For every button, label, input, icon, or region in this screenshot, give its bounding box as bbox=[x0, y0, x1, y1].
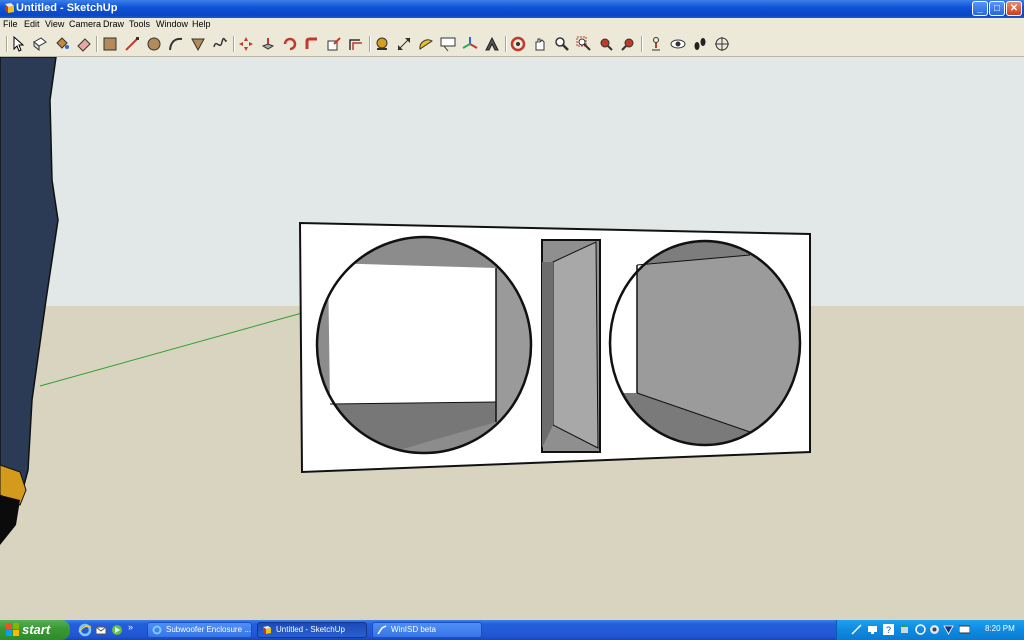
dimension-icon[interactable] bbox=[396, 36, 412, 52]
ie-icon[interactable] bbox=[78, 623, 92, 637]
menu-file[interactable]: File bbox=[3, 19, 18, 29]
close-button[interactable]: ✕ bbox=[1006, 1, 1022, 16]
outlook-icon[interactable] bbox=[94, 623, 108, 637]
svg-text:?: ? bbox=[886, 625, 891, 635]
port-shadow bbox=[542, 262, 553, 448]
polygon-icon[interactable] bbox=[190, 36, 206, 52]
toolbar bbox=[0, 32, 1024, 57]
section-plane-icon[interactable] bbox=[714, 36, 730, 52]
toolbar-separator bbox=[641, 36, 643, 52]
windows-flag-icon bbox=[6, 623, 19, 636]
axes-icon[interactable] bbox=[462, 36, 478, 52]
volume-icon[interactable] bbox=[929, 624, 940, 635]
next-view-icon[interactable] bbox=[620, 36, 636, 52]
tape-measure-icon[interactable] bbox=[374, 36, 390, 52]
menu-draw[interactable]: Draw bbox=[103, 19, 124, 29]
winisd-icon bbox=[377, 625, 387, 635]
pan-icon[interactable] bbox=[532, 36, 548, 52]
circle-icon[interactable] bbox=[146, 36, 162, 52]
select-icon[interactable] bbox=[10, 36, 26, 52]
clock[interactable]: 8:20 PM bbox=[985, 624, 1015, 633]
quick-launch-chevron[interactable]: » bbox=[128, 622, 133, 632]
taskbar-item-winisd[interactable]: WinISD beta bbox=[372, 622, 482, 638]
follow-me-icon[interactable] bbox=[304, 36, 320, 52]
sketchup-icon bbox=[263, 626, 271, 634]
scene-canvas[interactable] bbox=[0, 57, 1024, 620]
push-pull-icon[interactable] bbox=[260, 36, 276, 52]
rotate-icon[interactable] bbox=[282, 36, 298, 52]
shield-icon[interactable] bbox=[943, 624, 954, 635]
safely-remove-icon[interactable] bbox=[899, 624, 910, 635]
zoom-icon[interactable] bbox=[554, 36, 570, 52]
freehand-icon[interactable] bbox=[212, 36, 228, 52]
toolbar-separator bbox=[233, 36, 235, 52]
taskbar-item-label: WinISD beta bbox=[391, 625, 436, 634]
paint-bucket-icon[interactable] bbox=[54, 36, 70, 52]
sketchup-icon bbox=[5, 3, 14, 13]
look-around-icon[interactable] bbox=[670, 36, 686, 52]
taskbar: start » Subwoofer Enclosure ... Untitled… bbox=[0, 620, 1024, 640]
toolbar-separator bbox=[369, 36, 371, 52]
position-camera-icon[interactable] bbox=[648, 36, 664, 52]
eraser-icon[interactable] bbox=[76, 36, 92, 52]
monitor-icon[interactable] bbox=[959, 624, 970, 635]
system-tray: ? 8:20 PM bbox=[836, 620, 1024, 640]
previous-view-icon[interactable] bbox=[598, 36, 614, 52]
move-icon[interactable] bbox=[238, 36, 254, 52]
orbit-icon[interactable] bbox=[510, 36, 526, 52]
menu-tools[interactable]: Tools bbox=[129, 19, 150, 29]
media-player-icon[interactable] bbox=[110, 623, 124, 637]
scale-icon[interactable] bbox=[326, 36, 342, 52]
menu-window[interactable]: Window bbox=[156, 19, 188, 29]
toolbar-separator bbox=[96, 36, 98, 52]
port-inner-wall bbox=[552, 241, 599, 449]
start-button[interactable]: start bbox=[0, 620, 70, 640]
menu-edit[interactable]: Edit bbox=[24, 19, 40, 29]
start-label: start bbox=[22, 622, 51, 637]
menu-help[interactable]: Help bbox=[192, 19, 211, 29]
text-icon[interactable] bbox=[440, 36, 456, 52]
network-icon[interactable] bbox=[851, 624, 862, 635]
taskbar-item-browser[interactable]: Subwoofer Enclosure ... bbox=[147, 622, 252, 638]
make-component-icon[interactable] bbox=[32, 36, 48, 52]
minimize-button[interactable]: _ bbox=[972, 1, 988, 16]
arc-icon[interactable] bbox=[168, 36, 184, 52]
zoom-window-icon[interactable] bbox=[576, 36, 592, 52]
display-icon[interactable] bbox=[867, 624, 878, 635]
window-title: Untitled - SketchUp bbox=[16, 2, 118, 14]
ie-icon bbox=[152, 625, 162, 635]
walk-icon[interactable] bbox=[692, 36, 708, 52]
help-icon[interactable]: ? bbox=[883, 624, 894, 635]
taskbar-item-sketchup[interactable]: Untitled - SketchUp bbox=[257, 622, 367, 638]
menu-view[interactable]: View bbox=[45, 19, 64, 29]
taskbar-item-label: Untitled - SketchUp bbox=[276, 625, 345, 634]
toolbar-separator bbox=[505, 36, 507, 52]
line-icon[interactable] bbox=[124, 36, 140, 52]
protractor-icon[interactable] bbox=[418, 36, 434, 52]
menu-camera[interactable]: Camera bbox=[69, 19, 101, 29]
maximize-button[interactable]: □ bbox=[989, 1, 1005, 16]
sync-icon[interactable] bbox=[915, 624, 926, 635]
taskbar-item-label: Subwoofer Enclosure ... bbox=[166, 625, 251, 634]
modeling-viewport[interactable] bbox=[0, 57, 1024, 620]
offset-icon[interactable] bbox=[348, 36, 364, 52]
toolbar-grip bbox=[6, 36, 8, 52]
title-bar: Untitled - SketchUp _ □ ✕ bbox=[0, 0, 1024, 18]
rectangle-icon[interactable] bbox=[102, 36, 118, 52]
3d-text-icon[interactable] bbox=[484, 36, 500, 52]
menu-bar: File Edit View Camera Draw Tools Window … bbox=[0, 18, 1024, 32]
